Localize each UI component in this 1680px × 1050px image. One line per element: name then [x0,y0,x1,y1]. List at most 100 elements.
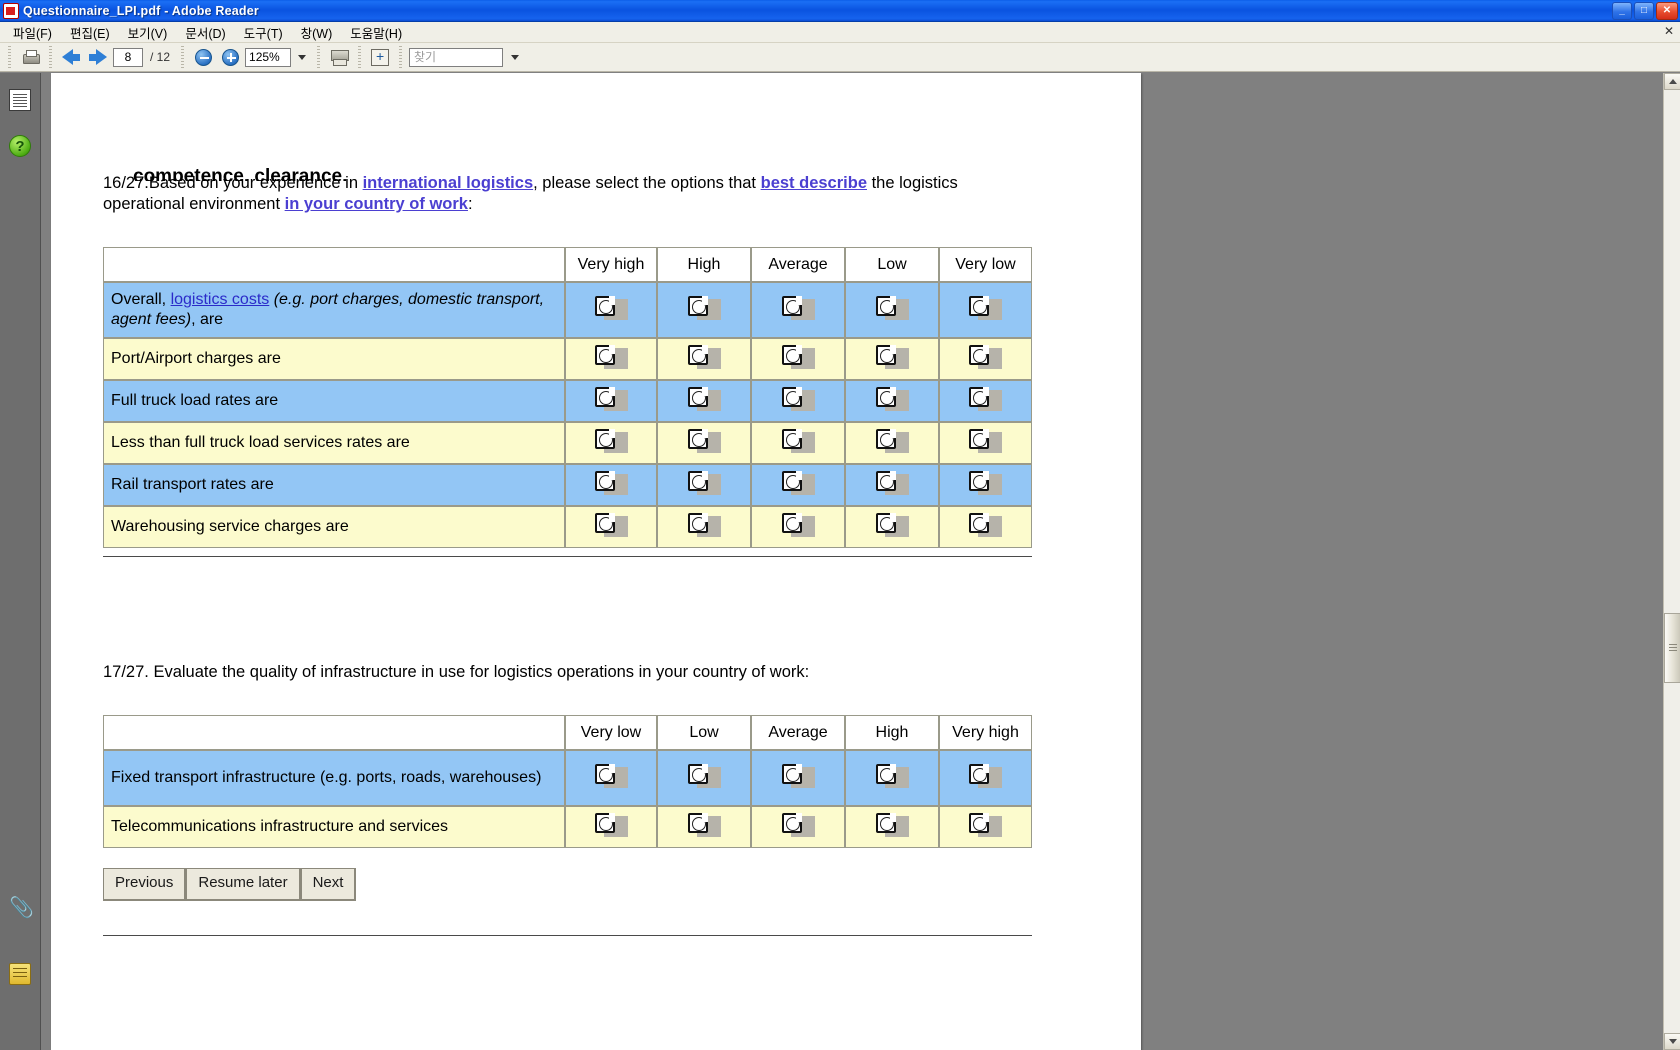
sticky-note-icon[interactable] [9,963,31,985]
table17-row1-opt-low[interactable] [657,806,751,849]
table17-row1-opt-average[interactable] [751,806,845,849]
menu-item-document[interactable]: 문서(D) [176,21,234,44]
broken-image-radio-icon[interactable] [875,512,909,537]
scroll-down-button[interactable] [1664,1033,1680,1050]
table16-row4-opt-low[interactable] [845,464,939,507]
broken-image-radio-icon[interactable] [875,470,909,495]
menu-item-help[interactable]: 도움말(H) [341,21,411,44]
broken-image-radio-icon[interactable] [594,386,628,411]
broken-image-radio-icon[interactable] [781,512,815,537]
menu-item-window[interactable]: 창(W) [292,21,342,44]
broken-image-radio-icon[interactable] [781,763,815,788]
broken-image-radio-icon[interactable] [781,470,815,495]
broken-image-radio-icon[interactable] [687,386,721,411]
table17-row0-opt-very-high[interactable] [939,750,1032,807]
maximize-button[interactable]: □ [1634,2,1654,20]
q16-link-best-describe[interactable]: best describe [761,174,867,192]
broken-image-radio-icon[interactable] [875,428,909,453]
next-page-button[interactable] [86,45,110,69]
document-viewport[interactable]: competence, clearance. 16/27.Based on yo… [41,73,1680,1050]
zoom-out-button[interactable] [191,45,215,69]
chevron-down-icon[interactable] [298,54,307,60]
table16-row3-opt-average[interactable] [751,422,845,465]
broken-image-radio-icon[interactable] [875,812,909,837]
table16-row1-opt-very-high[interactable] [565,338,657,381]
table17-row1-opt-very-high[interactable] [939,806,1032,849]
table16-row1-opt-very-low[interactable] [939,338,1032,381]
scrollbar-thumb[interactable] [1664,613,1680,683]
table17-row1-opt-high[interactable] [845,806,939,849]
previous-button[interactable]: Previous [103,868,187,901]
broken-image-radio-icon[interactable] [687,295,721,320]
table16-row0-opt-very-low[interactable] [939,282,1032,339]
resume-later-button[interactable]: Resume later [186,868,301,901]
save-button[interactable] [327,45,351,69]
help-icon[interactable]: ? [9,135,31,157]
broken-image-radio-icon[interactable] [781,428,815,453]
broken-image-radio-icon[interactable] [687,512,721,537]
broken-image-radio-icon[interactable] [781,295,815,320]
zoom-in-button[interactable] [218,45,242,69]
table17-row0-opt-average[interactable] [751,750,845,807]
broken-image-radio-icon[interactable] [687,428,721,453]
menu-item-view[interactable]: 보기(V) [119,21,177,44]
broken-image-radio-icon[interactable] [687,344,721,369]
broken-image-radio-icon[interactable] [875,763,909,788]
table16-row2-opt-low[interactable] [845,380,939,423]
table16-row4-opt-very-low[interactable] [939,464,1032,507]
broken-image-radio-icon[interactable] [969,763,1002,788]
print-button[interactable] [18,45,42,69]
broken-image-radio-icon[interactable] [969,470,1002,495]
table17-row1-opt-very-low[interactable] [565,806,657,849]
paperclip-icon[interactable]: 📎 [9,897,34,919]
broken-image-radio-icon[interactable] [687,470,721,495]
broken-image-radio-icon[interactable] [969,295,1002,320]
broken-image-radio-icon[interactable] [969,344,1002,369]
table16-row0-opt-average[interactable] [751,282,845,339]
table16-row5-opt-low[interactable] [845,506,939,549]
broken-image-radio-icon[interactable] [687,812,721,837]
broken-image-radio-icon[interactable] [594,812,628,837]
zoom-level-input[interactable]: 125% [245,47,292,67]
table16-row2-opt-very-low[interactable] [939,380,1032,423]
table16-row3-opt-very-low[interactable] [939,422,1032,465]
broken-image-radio-icon[interactable] [969,512,1002,537]
search-chevron-down-icon[interactable] [511,54,520,60]
table16-row2-opt-average[interactable] [751,380,845,423]
table16-row1-opt-low[interactable] [845,338,939,381]
table16-row4-opt-high[interactable] [657,464,751,507]
next-button[interactable]: Next [300,868,357,901]
broken-image-radio-icon[interactable] [781,344,815,369]
q16-link-country-of-work[interactable]: in your country of work [285,195,468,213]
table17-row0-opt-high[interactable] [845,750,939,807]
broken-image-radio-icon[interactable] [875,344,909,369]
broken-image-radio-icon[interactable] [594,344,628,369]
table16-row5-opt-very-high[interactable] [565,506,657,549]
table16-row1-opt-average[interactable] [751,338,845,381]
menu-item-tools[interactable]: 도구(T) [235,21,292,44]
menu-item-edit[interactable]: 편집(E) [61,21,119,44]
table16-row4-opt-very-high[interactable] [565,464,657,507]
table17-row0-opt-low[interactable] [657,750,751,807]
table16-row0-opt-high[interactable] [657,282,751,339]
table16-row3-opt-very-high[interactable] [565,422,657,465]
broken-image-radio-icon[interactable] [594,512,628,537]
table16-row1-opt-high[interactable] [657,338,751,381]
table16-row2-opt-very-high[interactable] [565,380,657,423]
q16-link-international-logistics[interactable]: international logistics [363,174,534,192]
page-number-input[interactable]: 8 [113,47,143,67]
broken-image-radio-icon[interactable] [594,295,628,320]
fit-page-button[interactable] [368,45,392,69]
table16-row0-opt-very-high[interactable] [565,282,657,339]
broken-image-radio-icon[interactable] [875,295,909,320]
search-input[interactable]: 찾기 [409,47,504,67]
table16-row2-opt-high[interactable] [657,380,751,423]
scroll-up-button[interactable] [1664,73,1680,90]
table16-row5-opt-high[interactable] [657,506,751,549]
table16-row4-opt-average[interactable] [751,464,845,507]
pages-icon[interactable] [9,89,31,111]
table16-row3-opt-low[interactable] [845,422,939,465]
menu-item-file[interactable]: 파일(F) [4,21,61,44]
broken-image-radio-icon[interactable] [781,386,815,411]
table17-row0-opt-very-low[interactable] [565,750,657,807]
